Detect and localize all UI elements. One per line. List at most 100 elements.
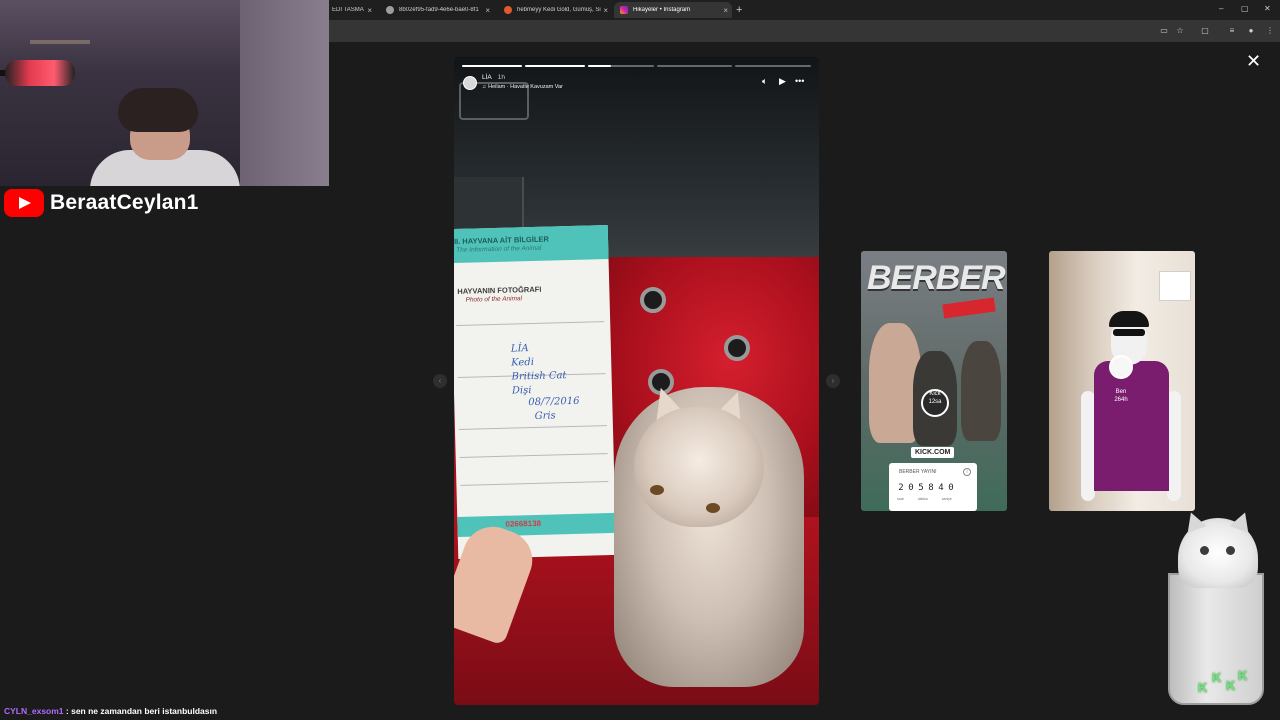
story-music[interactable]: ♫ Heilam · Havatle Kavuzam Var bbox=[482, 84, 563, 90]
sticker-cat-eye bbox=[1226, 546, 1235, 555]
countdown-digits: 2 0 5 8 4 0 bbox=[897, 483, 955, 493]
tab-label: EDİ TASMA bbox=[332, 7, 364, 13]
handwritten-birthdate: 08/7/2016 bbox=[528, 395, 580, 409]
tab-label: 8b02ef95-fad9-4e6e-bae0-8f1 bbox=[399, 7, 479, 13]
sticker-cat-eye bbox=[1200, 546, 1209, 555]
countdown-title: BERBER YAYINI bbox=[899, 469, 937, 475]
minimize-button[interactable]: – bbox=[1219, 4, 1223, 13]
handwritten-name: LİA bbox=[510, 343, 529, 355]
cast-icon[interactable]: ▭ bbox=[1159, 26, 1169, 36]
shop-icon bbox=[504, 6, 512, 14]
mannequin-arm bbox=[1081, 391, 1095, 501]
countdown-digit: 5 bbox=[918, 483, 924, 493]
carrier-vent-hole bbox=[724, 335, 750, 361]
preview-time: 12sa bbox=[928, 399, 942, 405]
star-icon[interactable]: ☆ bbox=[1175, 26, 1185, 36]
cat-eye bbox=[650, 485, 664, 495]
countdown-digit: 0 bbox=[908, 483, 914, 493]
tab-close-icon[interactable]: × bbox=[485, 6, 490, 15]
chat-text: : sen ne zamandan beri istanbuldasın bbox=[65, 706, 218, 716]
black-cap bbox=[1109, 311, 1149, 327]
wall-light bbox=[240, 0, 329, 186]
tab-kedi-tasma[interactable]: EDİ TASMA × bbox=[326, 2, 376, 18]
countdown-digit: 0 bbox=[948, 483, 954, 493]
tab-close-icon[interactable]: × bbox=[367, 6, 372, 15]
chat-username: CYLN_exsom1 bbox=[4, 706, 64, 716]
play-icon[interactable]: ▶ bbox=[779, 76, 786, 86]
song-title: Heilam · Havatle Kavuzam Var bbox=[488, 84, 563, 90]
mute-icon[interactable]: 🔈︎ bbox=[762, 76, 767, 86]
sticker-cat bbox=[1178, 509, 1258, 588]
cat-cup-sticker: K K K K bbox=[1168, 509, 1268, 708]
tab-close-icon[interactable]: × bbox=[723, 6, 728, 15]
story-time: 1h bbox=[497, 74, 505, 81]
card-number: 02668138 bbox=[505, 518, 542, 529]
countdown-digit: 4 bbox=[938, 483, 944, 493]
next-story-button[interactable]: › bbox=[826, 374, 840, 388]
more-options-icon[interactable]: ••• bbox=[795, 76, 804, 86]
cat-head bbox=[634, 407, 764, 527]
tab-uuid[interactable]: 8b02ef95-fad9-4e6e-bae0-8f1 × bbox=[380, 2, 494, 18]
globe-icon bbox=[386, 6, 394, 14]
microphone bbox=[5, 60, 75, 86]
countdown-unit: saat bbox=[897, 497, 904, 501]
story-preview-mannequin[interactable]: Ben 264h bbox=[1049, 251, 1195, 511]
instagram-icon bbox=[620, 6, 628, 14]
countdown-unit: dakika bbox=[917, 497, 928, 501]
countdown-sticker: BERBER YAYINI i 2 0 5 8 4 0 saat dakika … bbox=[889, 463, 977, 511]
handwritten-species: Kedi bbox=[511, 356, 535, 369]
sticker-letter: K bbox=[1198, 680, 1208, 695]
close-icon[interactable]: ✕ bbox=[1246, 52, 1261, 70]
channel-name: BeraatCeylan1 bbox=[50, 191, 199, 214]
sticker-letter: K bbox=[1226, 678, 1236, 693]
maximize-button[interactable]: ▢ bbox=[1241, 4, 1249, 13]
extensions-icon[interactable]: ▢ bbox=[1200, 26, 1210, 36]
youtube-channel-badge: BeraatCeylan1 bbox=[4, 189, 199, 217]
mannequin-arm bbox=[1167, 391, 1181, 501]
wall-sign bbox=[1159, 271, 1191, 301]
story-user-info: LİA 1h bbox=[482, 74, 505, 81]
preview-username: Kick bbox=[929, 391, 941, 397]
info-icon: i bbox=[963, 468, 971, 476]
music-note-icon: ♫ bbox=[482, 84, 487, 90]
cat-eye bbox=[706, 503, 720, 513]
card-line bbox=[456, 321, 605, 326]
tab-close-icon[interactable]: × bbox=[603, 6, 608, 15]
profile-icon[interactable]: ● bbox=[1246, 26, 1256, 36]
person-right bbox=[961, 341, 1001, 441]
glass-cup bbox=[1168, 573, 1264, 705]
new-tab-button[interactable]: + bbox=[736, 4, 742, 16]
story-progress-segment bbox=[735, 65, 811, 67]
story-progress-fill bbox=[588, 65, 612, 67]
handwritten-sex: Dişi bbox=[511, 385, 532, 397]
card-photo-label-en: Photo of the Animal bbox=[465, 295, 523, 304]
story-progress-segment bbox=[525, 65, 585, 67]
preview-time: 264h bbox=[1114, 397, 1128, 403]
countdown-units: saat dakika saniye bbox=[897, 497, 952, 501]
story-preview-berber[interactable]: BERBER Kick 12sa KICK.COM BERBER YAYINI … bbox=[861, 251, 1007, 511]
purple-tshirt bbox=[1094, 361, 1169, 491]
preview-user-avatar bbox=[1109, 355, 1133, 379]
carrier-vent-hole bbox=[640, 287, 666, 313]
streamer-hair bbox=[118, 88, 198, 132]
pet-passport-card: II. HAYVANA AİT BİLGİLER The Information… bbox=[454, 224, 617, 560]
card-line bbox=[459, 453, 608, 458]
tab-label: hebmeyy Kedi Gold, Gümüş, Si bbox=[517, 7, 601, 13]
shelf bbox=[30, 40, 90, 44]
countdown-unit: saniye bbox=[941, 497, 952, 501]
countdown-digit: 8 bbox=[928, 483, 934, 493]
chat-message: CYLN_exsom1 : sen ne zamandan beri istan… bbox=[4, 706, 217, 716]
more-icon[interactable]: ⋮ bbox=[1265, 26, 1275, 36]
tab-label: Hikayeler • Instagram bbox=[633, 7, 691, 13]
story-username[interactable]: LİA bbox=[482, 74, 492, 81]
story-viewer[interactable]: II. HAYVANA AİT BİLGİLER The Information… bbox=[454, 57, 819, 705]
previous-story-button[interactable]: ‹ bbox=[433, 374, 447, 388]
tab-kedi-gold[interactable]: hebmeyy Kedi Gold, Gümüş, Si × bbox=[498, 2, 612, 18]
story-user-avatar[interactable] bbox=[463, 76, 477, 90]
countdown-digit: 2 bbox=[898, 483, 904, 493]
menu-icon[interactable]: ≡ bbox=[1227, 26, 1237, 36]
red-banner bbox=[942, 297, 996, 319]
close-window-button[interactable]: ✕ bbox=[1264, 4, 1271, 13]
tab-instagram-stories[interactable]: Hikayeler • Instagram × bbox=[614, 2, 732, 18]
card-line bbox=[460, 481, 609, 486]
